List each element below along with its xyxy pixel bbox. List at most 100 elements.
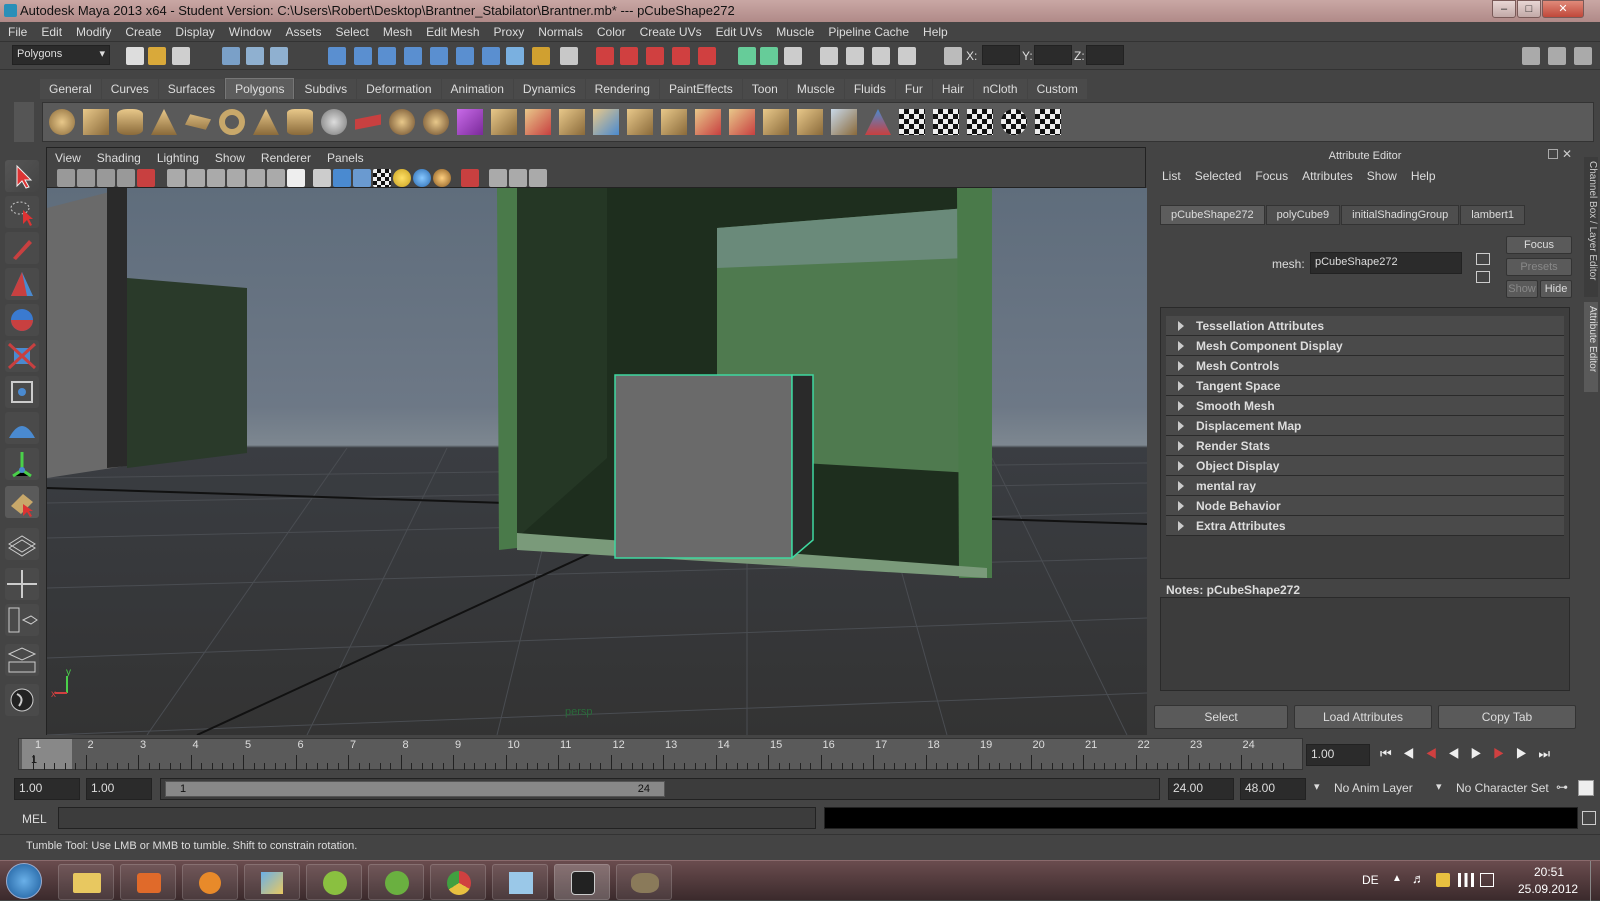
show-desktop-button[interactable] xyxy=(1590,861,1600,901)
menu-help[interactable]: Help xyxy=(915,22,954,39)
end-time-field[interactable]: 48.00 xyxy=(1240,778,1306,800)
go-to-start-icon[interactable]: ⏮ xyxy=(1380,746,1403,761)
preferences-icon[interactable] xyxy=(1578,780,1594,796)
safe-action-icon[interactable] xyxy=(247,169,265,187)
select-dynamics-icon[interactable] xyxy=(456,47,474,65)
menu-edit-mesh[interactable]: Edit Mesh xyxy=(418,22,485,39)
collapse-icon[interactable] xyxy=(729,109,755,135)
viewport-scene[interactable]: y x persp xyxy=(47,188,1147,735)
menu-proxy[interactable]: Proxy xyxy=(486,22,531,39)
show-hidden-icons-icon[interactable]: ▲ xyxy=(1392,873,1402,884)
menu-create-uvs[interactable]: Create UVs xyxy=(632,22,708,39)
poly-torus-icon[interactable] xyxy=(219,109,245,135)
select-object-icon[interactable] xyxy=(246,47,264,65)
textured-icon[interactable] xyxy=(373,169,391,187)
current-time-field[interactable]: 1.00 xyxy=(1306,744,1370,766)
section-mesh-component-display[interactable]: Mesh Component Display xyxy=(1166,336,1564,356)
script-editor-icon[interactable] xyxy=(1582,811,1596,825)
shelf-menu-icon[interactable] xyxy=(14,102,34,142)
section-tessellation-attributes[interactable]: Tessellation Attributes xyxy=(1166,316,1564,336)
xray-joints-icon[interactable] xyxy=(509,169,527,187)
command-input[interactable] xyxy=(58,807,816,829)
highlight-selection-icon[interactable] xyxy=(560,47,578,65)
step-back-icon[interactable]: ◀ xyxy=(1403,746,1426,761)
ae-menu-selected[interactable]: Selected xyxy=(1189,169,1250,183)
step-back-key-icon[interactable]: ◀ xyxy=(1425,746,1448,761)
ae-menu-attributes[interactable]: Attributes xyxy=(1296,169,1361,183)
snap-point-icon[interactable] xyxy=(646,47,664,65)
presets-button[interactable]: Presets xyxy=(1506,258,1572,276)
menu-display[interactable]: Display xyxy=(167,22,220,39)
select-deformations-icon[interactable] xyxy=(430,47,448,65)
combine-icon[interactable] xyxy=(321,109,347,135)
viewport-menu-lighting[interactable]: Lighting xyxy=(149,148,207,165)
open-scene-icon[interactable] xyxy=(148,47,166,65)
focus-button[interactable]: Focus xyxy=(1506,236,1572,254)
menu-window[interactable]: Window xyxy=(221,22,278,39)
select-joints-icon[interactable] xyxy=(354,47,372,65)
start-time-field[interactable]: 1.00 xyxy=(14,778,80,800)
anim-layer-dropdown[interactable]: No Anim Layer xyxy=(1334,781,1413,795)
ae-menu-show[interactable]: Show xyxy=(1361,169,1405,183)
shelf-tab-fur[interactable]: Fur xyxy=(895,79,932,99)
mel-label[interactable]: MEL xyxy=(22,812,47,826)
clock-time[interactable]: 20:51 xyxy=(1534,865,1564,879)
attribute-editor-tab[interactable]: Attribute Editor xyxy=(1584,302,1598,392)
section-render-stats[interactable]: Render Stats xyxy=(1166,436,1564,456)
shelf-tab-curves[interactable]: Curves xyxy=(101,79,158,99)
select-tool-icon[interactable] xyxy=(5,160,39,192)
outliner-layout-icon[interactable] xyxy=(5,604,39,636)
render-view-icon[interactable] xyxy=(820,47,838,65)
paint-taskbar-icon[interactable] xyxy=(244,864,300,900)
play-forwards-icon[interactable]: ▶ xyxy=(1471,746,1494,761)
ae-tab-pcubeshape272[interactable]: pCubeShape272 xyxy=(1160,205,1265,225)
close-panel-icon[interactable]: ✕ xyxy=(1562,147,1572,161)
shelf-tab-general[interactable]: General xyxy=(40,79,101,99)
section-extra-attributes[interactable]: Extra Attributes xyxy=(1166,516,1564,536)
section-node-behavior[interactable]: Node Behavior xyxy=(1166,496,1564,516)
select-misc-icon[interactable] xyxy=(506,47,524,65)
save-scene-icon[interactable] xyxy=(172,47,190,65)
shelf-tab-ncloth[interactable]: nCloth xyxy=(973,79,1027,99)
xray-components-icon[interactable] xyxy=(529,169,547,187)
menu-edit[interactable]: Edit xyxy=(33,22,68,39)
notes-field[interactable] xyxy=(1160,597,1570,691)
shelf-tab-custom[interactable]: Custom xyxy=(1027,79,1087,99)
step-forward-key-icon[interactable]: ▶ xyxy=(1493,746,1516,761)
ae-tab-polycube9[interactable]: polyCube9 xyxy=(1265,205,1341,225)
section-mesh-controls[interactable]: Mesh Controls xyxy=(1166,356,1564,376)
pidgin-taskbar-icon[interactable] xyxy=(306,864,362,900)
viewport-menu-shading[interactable]: Shading xyxy=(89,148,149,165)
poly-plane-icon[interactable] xyxy=(185,114,211,130)
menu-edit-uvs[interactable]: Edit UVs xyxy=(708,22,769,39)
menuset-dropdown[interactable]: Polygons ▾ xyxy=(12,45,110,65)
start-button[interactable] xyxy=(6,863,42,899)
hud-icon[interactable] xyxy=(287,169,305,187)
shelf-tab-muscle[interactable]: Muscle xyxy=(787,79,844,99)
select-hierarchy-icon[interactable] xyxy=(222,47,240,65)
shelf-tab-fluids[interactable]: Fluids xyxy=(844,79,895,99)
channel-box-tab[interactable]: Channel Box / Layer Editor xyxy=(1584,157,1598,297)
shadows-icon[interactable] xyxy=(413,169,431,187)
shelf-tab-subdivs[interactable]: Subdivs xyxy=(295,79,357,99)
maya-taskbar-icon[interactable] xyxy=(554,864,610,900)
planar-mapping-icon[interactable] xyxy=(899,109,925,135)
render-settings-icon[interactable] xyxy=(898,47,916,65)
key-icon[interactable]: ⊶ xyxy=(1556,780,1568,794)
language-indicator[interactable]: DE xyxy=(1362,873,1379,887)
scale-tool-icon[interactable] xyxy=(5,340,39,372)
select-component-icon[interactable] xyxy=(270,47,288,65)
step-forward-icon[interactable]: ▶ xyxy=(1516,746,1539,761)
go-to-end-icon[interactable]: ⏭ xyxy=(1538,746,1561,761)
poly-cylinder-icon[interactable] xyxy=(117,109,143,135)
lock-selection-icon[interactable] xyxy=(532,47,550,65)
film-gate-icon[interactable] xyxy=(167,169,185,187)
menu-pipeline-cache[interactable]: Pipeline Cache xyxy=(820,22,915,39)
y-field[interactable] xyxy=(1034,45,1072,65)
ae-tab-lambert1[interactable]: lambert1 xyxy=(1460,205,1525,225)
menu-file[interactable]: File xyxy=(0,22,33,39)
move-tool-icon[interactable] xyxy=(5,268,39,300)
menu-color[interactable]: Color xyxy=(589,22,632,39)
new-scene-icon[interactable] xyxy=(126,47,144,65)
select-surfaces-icon[interactable] xyxy=(404,47,422,65)
